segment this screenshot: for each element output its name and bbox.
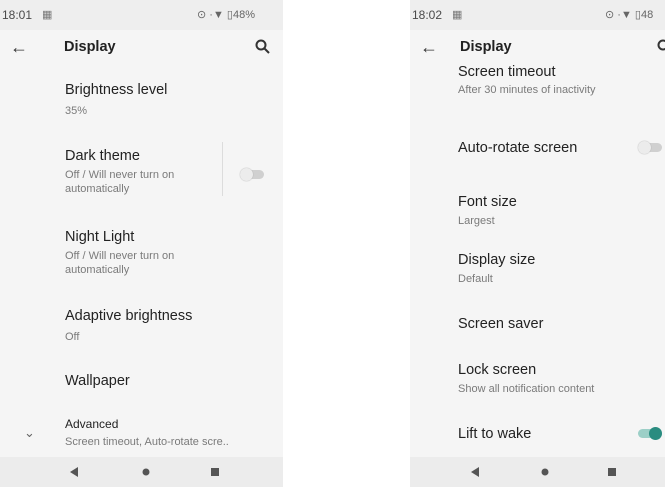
battery-percent: 48 — [640, 9, 654, 21]
item-subtitle: Off / Will never turn on automatically — [65, 250, 175, 276]
item-subtitle: Off — [65, 331, 80, 343]
search-icon[interactable] — [656, 38, 665, 56]
toolbar: ← Display — [0, 30, 283, 64]
sync-icon: ⊙ — [605, 9, 615, 21]
notification-icon: ▦ — [452, 9, 463, 21]
status-time: 18:02 — [412, 8, 443, 22]
sync-icon: ⊙ — [197, 9, 207, 21]
item-title: Lift to wake — [458, 426, 532, 442]
advanced-item[interactable]: ⌄ Advanced Screen timeout, Auto-rotate s… — [0, 417, 283, 451]
item-subtitle: 35% — [65, 105, 88, 117]
wifi-icon: ·▼ — [617, 9, 632, 21]
status-bar: 18:01 ▦ ⊙ ·▼ ▯48% — [0, 0, 283, 30]
screen-timeout-item[interactable]: Screen timeout After 30 minutes of inact… — [410, 64, 665, 100]
battery-percent: 48% — [232, 9, 255, 21]
wallpaper-item[interactable]: Wallpaper — [0, 373, 283, 395]
toggle-thumb — [649, 427, 662, 440]
back-nav-icon[interactable] — [67, 465, 81, 479]
lock-screen-item[interactable]: Lock screen Show all notification conten… — [410, 362, 665, 398]
item-title: Screen timeout — [458, 64, 556, 80]
status-icons: ⊙ ·▼ ▯48 — [605, 8, 653, 21]
item-subtitle: After 30 minutes of inactivity — [458, 84, 596, 96]
item-title: Font size — [458, 194, 517, 210]
item-title: Display size — [458, 252, 536, 268]
toggle-thumb — [240, 168, 253, 181]
search-icon[interactable] — [254, 38, 272, 56]
navigation-bar — [0, 457, 283, 487]
font-size-item[interactable]: Font size Largest — [410, 194, 665, 230]
chevron-down-icon: ⌄ — [24, 425, 35, 440]
back-arrow-icon[interactable]: ← — [420, 37, 440, 57]
divider — [222, 142, 223, 196]
item-title: Lock screen — [458, 362, 537, 378]
brightness-level-item[interactable]: Brightness level 35% — [0, 82, 283, 122]
display-size-item[interactable]: Display size Default — [410, 252, 665, 288]
screen-saver-item[interactable]: Screen saver — [410, 316, 665, 338]
item-title: Advanced — [65, 417, 119, 431]
status-bar: 18:02 ▦ ⊙ ·▼ ▯48 — [410, 0, 665, 30]
item-title: Adaptive brightness — [65, 308, 193, 324]
auto-rotate-toggle[interactable] — [638, 141, 662, 154]
item-subtitle: Largest — [458, 215, 495, 227]
dark-theme-toggle[interactable] — [240, 168, 264, 181]
auto-rotate-item[interactable]: Auto-rotate screen — [410, 140, 665, 162]
settings-list: Screen timeout After 30 minutes of inact… — [410, 64, 665, 457]
navigation-bar — [410, 457, 665, 487]
left-screen: 18:01 ▦ ⊙ ·▼ ▯48% ← Display Brightness l… — [0, 0, 283, 487]
item-subtitle: Screen timeout, Auto-rotate scre.. — [65, 436, 229, 448]
lift-to-wake-item[interactable]: Lift to wake — [410, 426, 665, 448]
page-title: Display — [64, 39, 116, 55]
night-light-item[interactable]: Night Light Off / Will never turn on aut… — [0, 229, 283, 281]
item-subtitle: Off / Will never turn on automatically — [65, 169, 175, 195]
lift-to-wake-toggle[interactable] — [638, 427, 662, 440]
status-time: 18:01 — [2, 8, 33, 22]
toggle-thumb — [638, 141, 651, 154]
item-title: Night Light — [65, 229, 135, 245]
adaptive-brightness-item[interactable]: Adaptive brightness Off — [0, 308, 283, 348]
back-nav-icon[interactable] — [468, 465, 482, 479]
status-icons: ⊙ ·▼ ▯48% — [197, 8, 255, 21]
page-title: Display — [460, 39, 512, 55]
home-nav-icon[interactable] — [139, 465, 153, 479]
back-arrow-icon[interactable]: ← — [10, 37, 30, 57]
toolbar: ← Display — [410, 30, 665, 64]
item-title: Auto-rotate screen — [458, 140, 578, 156]
item-title: Brightness level — [65, 82, 168, 98]
item-title: Wallpaper — [65, 373, 130, 389]
item-title: Dark theme — [65, 148, 140, 164]
recents-nav-icon[interactable] — [208, 465, 222, 479]
home-nav-icon[interactable] — [538, 465, 552, 479]
item-title: Screen saver — [458, 316, 544, 332]
item-subtitle: Show all notification content — [458, 383, 595, 395]
notification-icon: ▦ — [42, 9, 53, 21]
settings-list: Brightness level 35% Dark theme Off / Wi… — [0, 64, 283, 457]
wifi-icon: ·▼ — [209, 9, 224, 21]
dark-theme-item[interactable]: Dark theme Off / Will never turn on auto… — [0, 142, 283, 208]
right-screen: 18:02 ▦ ⊙ ·▼ ▯48 ← Display Screen timeou… — [410, 0, 665, 487]
item-subtitle: Default — [458, 273, 493, 285]
recents-nav-icon[interactable] — [605, 465, 619, 479]
